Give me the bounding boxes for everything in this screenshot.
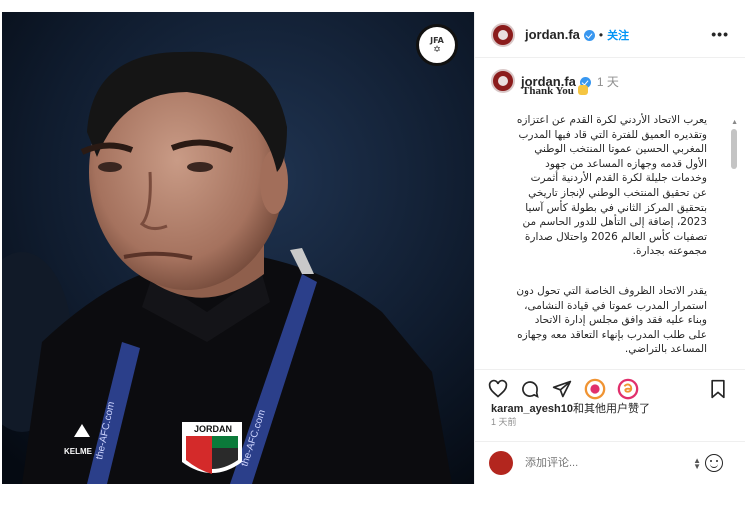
emoji-icon[interactable] [705, 454, 723, 472]
handshake-emoji-icon [577, 85, 588, 95]
follow-button[interactable]: 关注 [607, 27, 629, 43]
post-header: jordan.fa • 关注 ••• [475, 12, 745, 58]
reel-icon[interactable] [584, 378, 606, 400]
instagram-post-modal: JORDAN KELME the-AFC.com the-AFC.com JFA… [0, 0, 750, 508]
caption-paragraph-2: يقدر الاتحاد الظروف الخاصة التي تحول دون… [516, 285, 707, 356]
crown-icon: ✡ [433, 44, 441, 54]
caption-title: Thank You [522, 85, 588, 97]
caption-title-text: Thank You [522, 85, 574, 97]
resize-arrows-icon[interactable]: ▲ ▼ [693, 457, 701, 471]
jersey-kelme-text: KELME [64, 447, 93, 456]
caption-timestamp: 1 天 [596, 74, 619, 89]
scroll-up-arrow-icon[interactable]: ▲ [731, 119, 738, 126]
verified-icon [583, 30, 595, 41]
share-icon[interactable] [551, 378, 573, 400]
more-options-icon[interactable]: ••• [711, 26, 729, 42]
heart-icon[interactable] [487, 378, 509, 400]
coach-portrait-image: JORDAN KELME the-AFC.com the-AFC.com [2, 12, 474, 484]
commenter-avatar [489, 451, 513, 475]
liker-username[interactable]: karam_ayesh10 [491, 403, 573, 415]
post-photo[interactable]: JORDAN KELME the-AFC.com the-AFC.com JFA… [2, 12, 474, 484]
separator-dot: • [598, 27, 604, 42]
likes-suffix: 和其他用户赞了 [572, 403, 650, 415]
caption-avatar[interactable] [491, 69, 515, 93]
post-time-ago: 1 天前 [491, 417, 517, 427]
threads-icon[interactable] [617, 378, 639, 400]
caption-scrollbar[interactable] [731, 129, 737, 169]
post-sidebar: jordan.fa • 关注 ••• jordan.fa 1 天 Thank Y… [474, 12, 745, 484]
comment-icon[interactable] [519, 378, 541, 400]
caption-paragraph-1: يعرب الاتحاد الأردني لكرة القدم عن اعتزا… [516, 114, 707, 258]
comment-input[interactable] [525, 457, 675, 469]
comment-bar: ▲▼ [475, 441, 745, 484]
save-icon[interactable] [707, 378, 729, 400]
avatar[interactable] [491, 22, 515, 47]
caption-area: jordan.fa 1 天 Thank You يعرب الاتحاد الأ… [475, 59, 745, 364]
jersey-jordan-text: JORDAN [194, 424, 232, 434]
header-username[interactable]: jordan.fa [525, 27, 580, 42]
jfa-logo-badge: JFA ✡ [416, 24, 458, 66]
likes-summary[interactable]: karam_ayesh10和其他用户赞了 [491, 400, 650, 416]
